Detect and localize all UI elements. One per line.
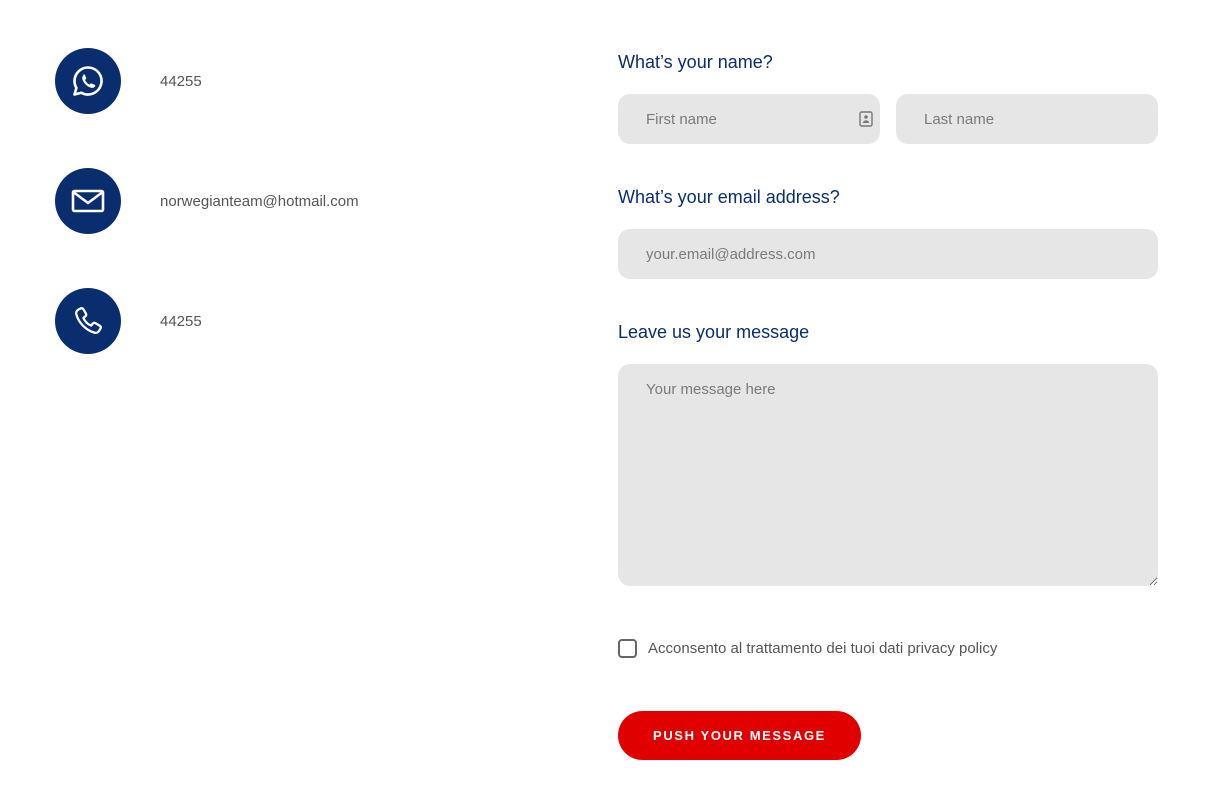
message-label: Leave us your message bbox=[618, 322, 810, 342]
last-name-input[interactable] bbox=[896, 94, 1158, 144]
name-label: What’s your name? bbox=[618, 52, 773, 72]
contact-email: norwegianteam@hotmail.com bbox=[55, 168, 359, 234]
contact-whatsapp: 44255 bbox=[55, 48, 202, 114]
message-textarea[interactable] bbox=[618, 364, 1158, 586]
envelope-icon bbox=[71, 189, 105, 213]
privacy-consent-text: Acconsento al trattamento dei tuoi dati … bbox=[648, 640, 998, 657]
whatsapp-badge[interactable] bbox=[55, 48, 121, 114]
whatsapp-icon bbox=[73, 66, 103, 96]
submit-button[interactable]: PUSH YOUR MESSAGE bbox=[618, 711, 861, 760]
phone-icon bbox=[75, 307, 102, 334]
contact-phone: 44255 bbox=[55, 288, 202, 354]
email-label: What’s your email address? bbox=[618, 187, 840, 207]
email-input[interactable] bbox=[618, 229, 1158, 279]
whatsapp-number: 44255 bbox=[160, 72, 202, 90]
contact-card-icon[interactable] bbox=[859, 111, 873, 127]
first-name-input[interactable] bbox=[618, 94, 880, 144]
privacy-checkbox[interactable] bbox=[618, 639, 637, 658]
email-badge[interactable] bbox=[55, 168, 121, 234]
privacy-consent[interactable]: Acconsento al trattamento dei tuoi dati … bbox=[618, 639, 997, 658]
phone-number: 44255 bbox=[160, 312, 202, 330]
email-address: norwegianteam@hotmail.com bbox=[160, 192, 359, 210]
phone-badge[interactable] bbox=[55, 288, 121, 354]
